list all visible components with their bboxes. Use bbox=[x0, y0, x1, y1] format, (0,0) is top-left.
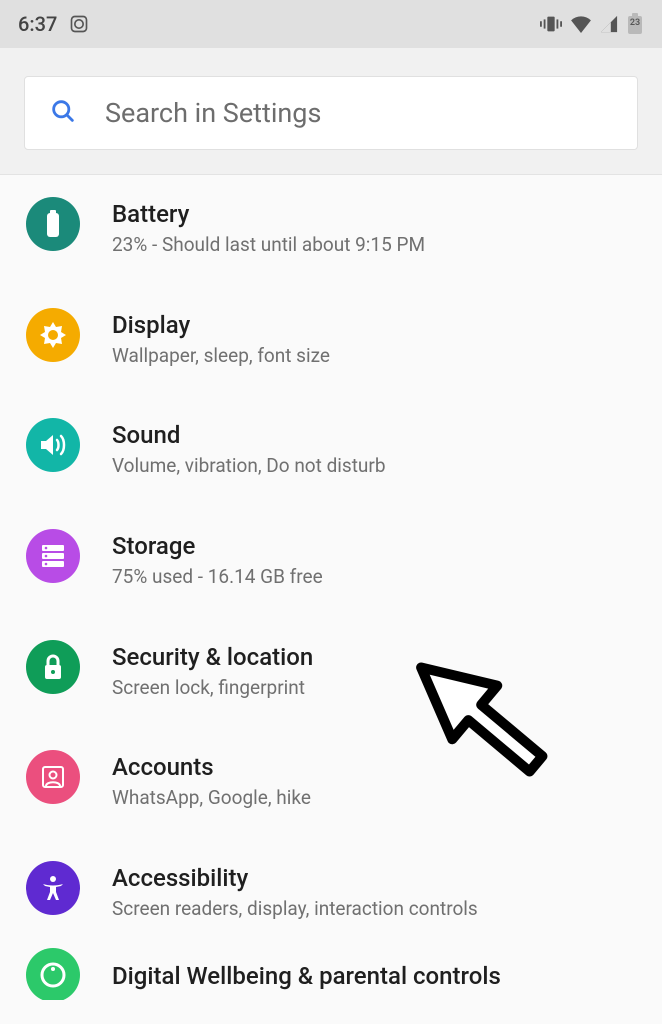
brightness-icon bbox=[26, 308, 80, 362]
settings-list: Battery 23% - Should last until about 9:… bbox=[0, 175, 662, 1000]
settings-item-display[interactable]: Display Wallpaper, sleep, font size bbox=[0, 280, 662, 391]
item-subtitle: Screen lock, fingerprint bbox=[112, 676, 638, 701]
sound-icon bbox=[26, 418, 80, 472]
item-title: Accessibility bbox=[112, 863, 638, 893]
item-subtitle: Screen readers, display, interaction con… bbox=[112, 897, 638, 922]
settings-item-battery[interactable]: Battery 23% - Should last until about 9:… bbox=[0, 175, 662, 280]
status-bar: 6:37 23 bbox=[0, 0, 662, 48]
item-title: Display bbox=[112, 310, 638, 340]
item-subtitle: 23% - Should last until about 9:15 PM bbox=[112, 233, 638, 258]
item-title: Accounts bbox=[112, 752, 638, 782]
item-subtitle: 75% used - 16.14 GB free bbox=[112, 565, 638, 590]
battery-icon bbox=[26, 197, 80, 251]
item-subtitle: WhatsApp, Google, hike bbox=[112, 786, 638, 811]
settings-item-storage[interactable]: Storage 75% used - 16.14 GB free bbox=[0, 501, 662, 612]
item-title: Sound bbox=[112, 420, 638, 450]
signal-icon bbox=[600, 15, 618, 33]
search-input[interactable]: Search in Settings bbox=[24, 76, 638, 150]
wellbeing-icon bbox=[26, 948, 80, 1000]
search-placeholder: Search in Settings bbox=[105, 97, 321, 129]
item-subtitle: Wallpaper, sleep, font size bbox=[112, 344, 638, 369]
lock-icon bbox=[26, 640, 80, 694]
item-title: Security & location bbox=[112, 642, 638, 672]
search-section: Search in Settings bbox=[0, 48, 662, 175]
settings-item-accessibility[interactable]: Accessibility Screen readers, display, i… bbox=[0, 833, 662, 944]
storage-icon bbox=[26, 529, 80, 583]
app-badge-icon bbox=[69, 14, 89, 34]
item-title: Battery bbox=[112, 199, 638, 229]
settings-item-accounts[interactable]: Accounts WhatsApp, Google, hike bbox=[0, 722, 662, 833]
accessibility-icon bbox=[26, 861, 80, 915]
status-time: 6:37 bbox=[18, 12, 57, 36]
vibrate-icon bbox=[540, 14, 562, 34]
battery-status-icon: 23 bbox=[626, 13, 644, 35]
settings-item-wellbeing[interactable]: Digital Wellbeing & parental controls bbox=[0, 944, 662, 1000]
settings-item-security[interactable]: Security & location Screen lock, fingerp… bbox=[0, 612, 662, 723]
item-title: Storage bbox=[112, 531, 638, 561]
wifi-icon bbox=[570, 15, 592, 33]
search-icon bbox=[49, 97, 77, 129]
item-subtitle: Volume, vibration, Do not disturb bbox=[112, 454, 638, 479]
account-icon bbox=[26, 750, 80, 804]
settings-item-sound[interactable]: Sound Volume, vibration, Do not disturb bbox=[0, 390, 662, 501]
item-title: Digital Wellbeing & parental controls bbox=[112, 961, 638, 991]
